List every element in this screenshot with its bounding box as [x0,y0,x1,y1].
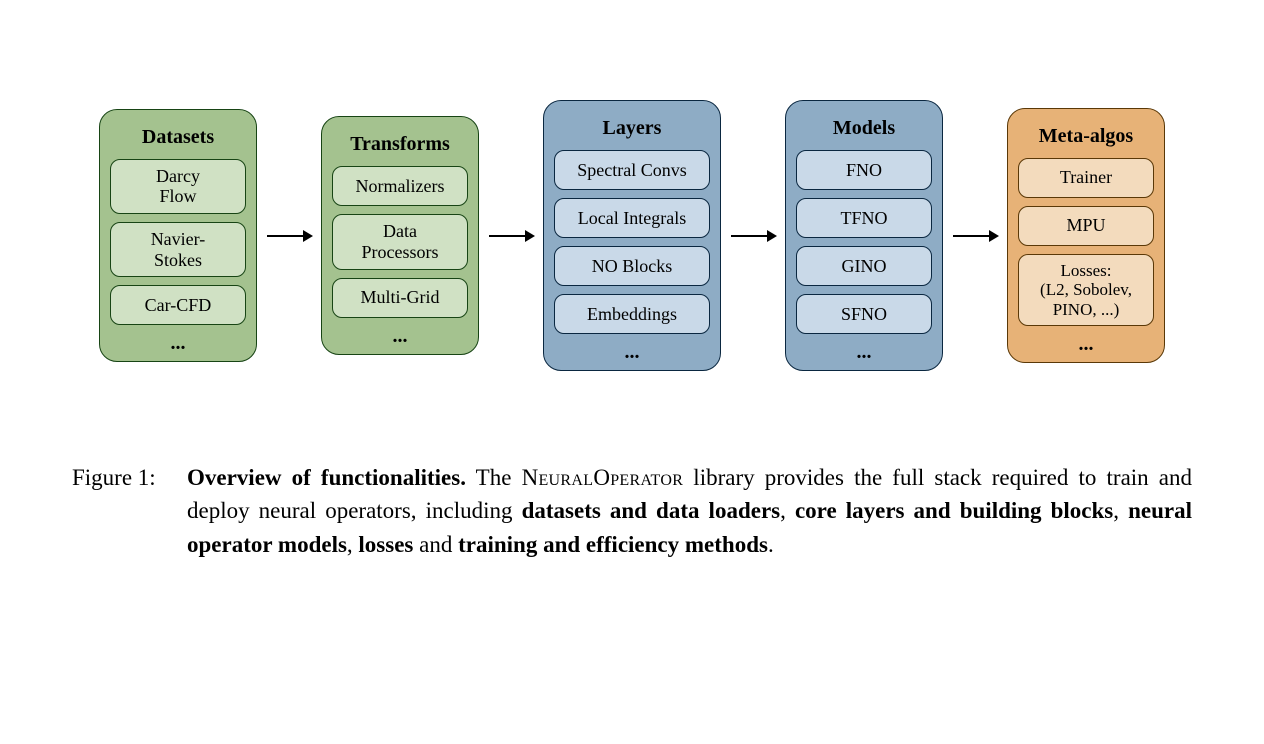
column-title: Transforms [350,133,450,156]
pill-tfno: TFNO [796,198,932,238]
pill-car-cfd: Car-CFD [110,285,246,325]
caption-text: , [1113,498,1128,523]
arrow-icon [479,227,543,245]
ellipsis: ... [171,333,186,353]
pill-darcy-flow: DarcyFlow [110,159,246,214]
architecture-diagram: Datasets DarcyFlow Navier-Stokes Car-CFD… [60,100,1204,371]
pill-fno: FNO [796,150,932,190]
column-title: Models [833,117,895,140]
caption-text: , [780,498,795,523]
caption-body: Overview of functionalities. The NeuralO… [187,461,1192,561]
column-title: Layers [603,117,662,140]
arrow-icon [943,227,1007,245]
pill-mpu: MPU [1018,206,1154,246]
figure-label: Figure 1: [72,461,187,561]
pill-trainer: Trainer [1018,158,1154,198]
caption-text: , [347,532,359,557]
ellipsis: ... [393,326,408,346]
pill-losses: Losses:(L2, Sobolev,PINO, ...) [1018,254,1154,327]
figure-caption: Figure 1: Overview of functionalities. T… [72,461,1192,561]
pill-multi-grid: Multi-Grid [332,278,468,318]
pill-embeddings: Embeddings [554,294,710,334]
pill-navier-stokes: Navier-Stokes [110,222,246,277]
pill-data-processors: DataProcessors [332,214,468,269]
pill-no-blocks: NO Blocks [554,246,710,286]
caption-bold: datasets and data loaders [522,498,781,523]
caption-bold: losses [358,532,413,557]
column-meta-algos: Meta-algos Trainer MPU Losses:(L2, Sobol… [1007,108,1165,364]
caption-text: . [768,532,774,557]
caption-lead: Overview of functionalities. [187,465,466,490]
column-datasets: Datasets DarcyFlow Navier-Stokes Car-CFD… [99,109,257,363]
pill-spectral-convs: Spectral Convs [554,150,710,190]
caption-text: and [413,532,458,557]
ellipsis: ... [857,342,872,362]
column-transforms: Transforms Normalizers DataProcessors Mu… [321,116,479,354]
column-layers: Layers Spectral Convs Local Integrals NO… [543,100,721,371]
pill-normalizers: Normalizers [332,166,468,206]
arrow-icon [721,227,785,245]
column-title: Datasets [142,126,214,149]
column-title: Meta-algos [1039,125,1133,148]
pill-local-integrals: Local Integrals [554,198,710,238]
pill-sfno: SFNO [796,294,932,334]
library-name: NeuralOperator [522,465,684,490]
ellipsis: ... [625,342,640,362]
ellipsis: ... [1079,334,1094,354]
caption-bold: training and efficiency methods [458,532,768,557]
arrow-icon [257,227,321,245]
column-models: Models FNO TFNO GINO SFNO ... [785,100,943,371]
caption-bold: core layers and building blocks [795,498,1113,523]
pill-gino: GINO [796,246,932,286]
caption-text: The [466,465,522,490]
